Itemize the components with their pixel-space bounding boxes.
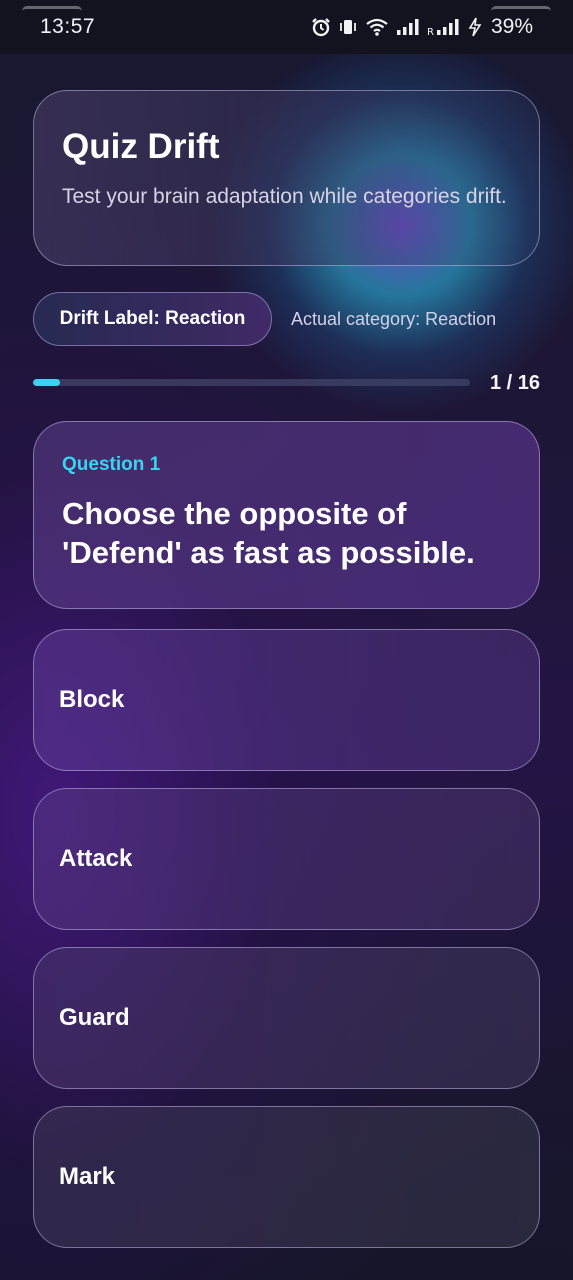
status-bar: 13:57 R 39% xyxy=(0,0,573,54)
status-time: 13:57 xyxy=(40,15,96,38)
answer-option-label: Mark xyxy=(59,1163,116,1190)
question-card: Question 1 Choose the opposite of 'Defen… xyxy=(33,421,540,609)
answer-option-attack[interactable]: Attack xyxy=(33,788,540,930)
signal-roaming-icon: R xyxy=(427,18,461,36)
answer-option-block[interactable]: Block xyxy=(33,629,540,771)
progress-fill xyxy=(33,379,61,386)
svg-text:R: R xyxy=(427,27,434,36)
battery-level: 39% xyxy=(490,15,533,38)
screen-corner-left xyxy=(22,6,82,11)
progress-track xyxy=(33,379,470,386)
app-subtitle: Test your brain adaptation while categor… xyxy=(62,185,507,208)
app-title: Quiz Drift xyxy=(62,127,220,166)
answer-option-label: Block xyxy=(59,686,125,713)
status-icons: R 39% xyxy=(311,15,533,39)
question-text: Choose the opposite of 'Defend' as fast … xyxy=(62,496,475,570)
progress-count: 1 / 16 xyxy=(489,372,540,394)
actual-category-text: Actual category: Reaction xyxy=(291,309,497,329)
answer-option-label: Guard xyxy=(59,1004,130,1031)
charging-icon xyxy=(468,17,482,37)
header-card: Quiz Drift Test your brain adaptation wh… xyxy=(33,90,540,266)
answer-option-label: Attack xyxy=(59,845,133,872)
answer-option-guard[interactable]: Guard xyxy=(33,947,540,1089)
answer-option-mark[interactable]: Mark xyxy=(33,1106,540,1248)
wifi-icon xyxy=(365,17,389,37)
vibrate-icon xyxy=(338,17,358,37)
drift-label-pill: Drift Label: Reaction xyxy=(33,292,272,346)
alarm-icon xyxy=(311,17,331,37)
screen-corner-right xyxy=(491,6,551,11)
signal-icon xyxy=(396,18,420,36)
question-number: Question 1 xyxy=(62,454,161,475)
